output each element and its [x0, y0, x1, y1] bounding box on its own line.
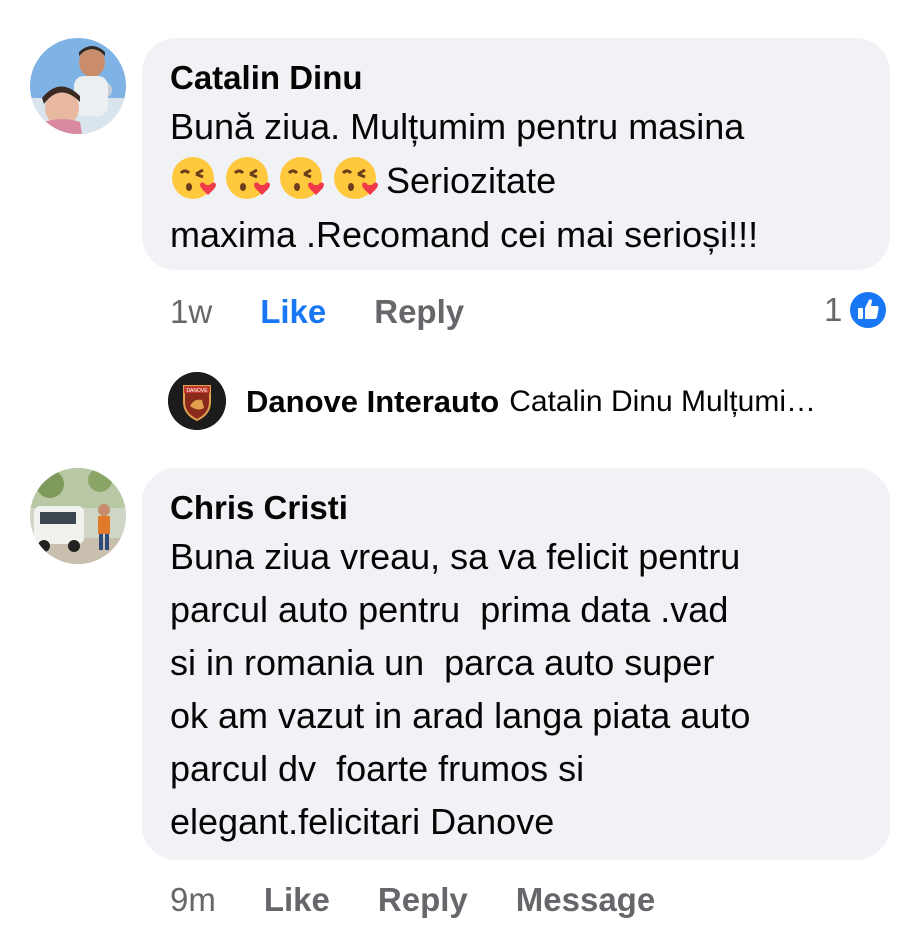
- comment-bubble: Chris Cristi Buna ziua vreau, sa va feli…: [142, 468, 890, 860]
- avatar-catalin-dinu[interactable]: [30, 38, 126, 134]
- comment-text-line: Seriozitate: [386, 160, 557, 201]
- like-button[interactable]: Like: [260, 293, 326, 331]
- kiss-emoji-icon: [278, 155, 328, 201]
- comment-author[interactable]: Catalin Dinu: [170, 58, 890, 98]
- reply-preview-text: Catalin Dinu Mulțumi…: [509, 385, 816, 418]
- comment-actions: 9m Like Reply Message: [170, 878, 655, 922]
- kiss-emoji-icon: [170, 155, 220, 201]
- reply-button[interactable]: Reply: [378, 881, 468, 919]
- comment-text-line: Bună ziua. Mulțumim pentru masina: [170, 106, 745, 147]
- like-thumb-icon: [848, 290, 889, 330]
- reply-button[interactable]: Reply: [374, 293, 464, 331]
- kiss-emoji-icon: [224, 155, 274, 201]
- comment-timestamp[interactable]: 9m: [170, 881, 216, 919]
- comment-text: Bună ziua. Mulțumim pentru masina Serioz…: [170, 100, 890, 262]
- comment-actions: 1w Like Reply: [170, 290, 464, 334]
- kiss-emoji-icon: [332, 155, 382, 201]
- reply-author[interactable]: Danove Interauto: [246, 384, 499, 420]
- comment-text-line: maxima .Recomand cei mai serioși!!!: [170, 214, 759, 255]
- like-button[interactable]: Like: [264, 881, 330, 919]
- reply-preview-row[interactable]: Danove Interauto Catalin Dinu Mulțumi…: [246, 380, 816, 424]
- comment-timestamp[interactable]: 1w: [170, 293, 212, 331]
- comment-thread: Catalin Dinu Bună ziua. Mulțumim pentru …: [0, 0, 920, 944]
- reaction-count: 1: [824, 291, 843, 328]
- comment-text: Buna ziua vreau, sa va felicit pentru pa…: [170, 536, 751, 842]
- reaction-summary[interactable]: 1: [824, 288, 889, 332]
- message-button[interactable]: Message: [516, 881, 655, 919]
- comment-bubble: Catalin Dinu Bună ziua. Mulțumim pentru …: [142, 38, 890, 270]
- comment-author[interactable]: Chris Cristi: [170, 488, 890, 528]
- avatar-danove-interauto[interactable]: DANOVE: [168, 372, 226, 430]
- danove-logo-text: DANOVE: [186, 388, 208, 394]
- avatar-chris-cristi[interactable]: [30, 468, 126, 564]
